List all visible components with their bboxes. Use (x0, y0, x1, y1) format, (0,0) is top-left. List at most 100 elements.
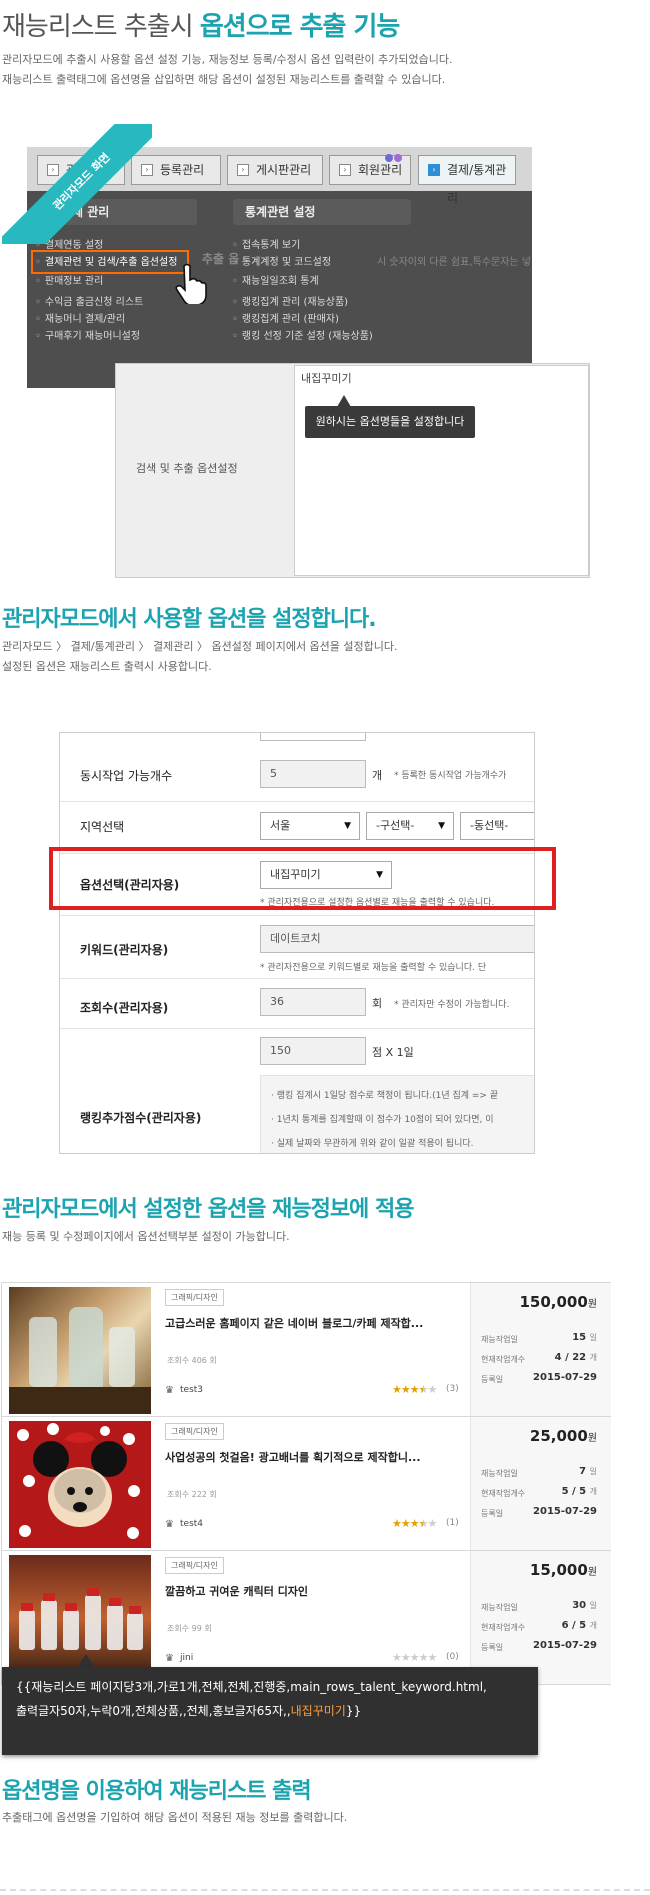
menu-item-rank-product[interactable]: 랭킹집계 관리 (재능상품) (232, 296, 348, 310)
option-setting-panel: 검색 및 추출 옵션설정 내집꾸미기 (115, 363, 590, 578)
tab-payment-stats[interactable]: › 결제/통계관리 (418, 155, 516, 205)
keyword-label: 키워드(관리자용) (80, 943, 169, 957)
code-line-2-suffix: }} (345, 1704, 362, 1718)
menu-item-review-money[interactable]: 구매후기 재능머니설정 (35, 330, 140, 344)
option-setting-label: 검색 및 추출 옵션설정 (136, 462, 238, 475)
region-select[interactable]: 서울 ▼ (260, 812, 360, 840)
menu-highlight-box (31, 250, 189, 274)
tab-label: 회원관리 (358, 163, 403, 177)
dong-select[interactable]: -동선택- (460, 812, 534, 840)
menu-item-money-manage[interactable]: 재능머니 결제/관리 (35, 313, 125, 327)
menu-item-withdraw-list[interactable]: 수익금 출금신청 리스트 (35, 296, 143, 310)
date-value: 2015-07-29 (533, 1506, 597, 1517)
menu-item-rank-criteria[interactable]: 랭킹 선정 기준 설정 (재능상품) (232, 330, 373, 344)
tooltip: 원하시는 옵션명들을 설정합니다 (305, 406, 475, 438)
district-select[interactable]: -구선택- ▼ (366, 812, 454, 840)
bottom-divider (0, 1889, 650, 1891)
dong-select-value: -동선택- (470, 819, 509, 832)
listing-title[interactable]: 사업성공의 첫걸음! 광고배너를 획기적으로 제작합니... (165, 1449, 421, 1465)
keyword-input[interactable]: 데이트코치 (260, 925, 534, 953)
concurrent-unit: 개 (372, 769, 383, 782)
view-count: 조회수 99 회 (167, 1624, 212, 1633)
seller-name[interactable]: jini (180, 1653, 193, 1663)
work-days-value: 7 일 (579, 1466, 597, 1477)
jobs-unit: 개 (589, 1353, 597, 1362)
section3-description: 재능 등록 및 수정페이지에서 옵션선택부분 설정이 가능합니다. (2, 1230, 290, 1243)
date-label: 등록일 (481, 1509, 504, 1518)
option-textarea-value: 내집꾸미기 (301, 372, 352, 385)
menu-item-daily-views[interactable]: 재능일일조회 통계 (232, 275, 319, 289)
rating-stars: ★★★★★ (392, 1651, 437, 1664)
rank-score-input[interactable]: 150 (260, 1037, 366, 1065)
jobs-number: 5 / 5 (561, 1486, 587, 1497)
tab-label: 결제/통계관리 (447, 163, 507, 205)
price-unit: 원 (587, 1567, 597, 1578)
arrow-icon: › (428, 164, 440, 176)
divider (60, 1028, 534, 1029)
header-desc-line1: 관리자모드에 추출시 사용할 옵션 설정 기능, 재능정보 등록/수정시 옵션 … (2, 53, 453, 66)
tab-board[interactable]: › 게시판관리 (227, 155, 323, 185)
category-badge: 그래픽/디자인 (165, 1557, 224, 1574)
header-description: 관리자모드에 추출시 사용할 옵션 설정 기능, 재능정보 등록/수정시 옵션 … (2, 50, 452, 90)
code-highlight: 내집꾸미기 (290, 1704, 346, 1718)
ribbon-band: 관리자모드 화면 (2, 124, 152, 244)
work-days-value: 15 일 (572, 1332, 597, 1343)
views-input[interactable]: 36 (260, 988, 366, 1016)
price: 25,000원 (530, 1427, 597, 1445)
list-item[interactable]: 그래픽/디자인 사업성공의 첫걸음! 광고배너를 획기적으로 제작합니... 조… (1, 1416, 611, 1551)
seller-name[interactable]: test3 (180, 1385, 203, 1395)
thumbnail-image[interactable] (9, 1421, 151, 1548)
price-value: 25,000 (529, 1427, 588, 1445)
menu-item-rank-seller[interactable]: 랭킹집계 관리 (판매자) (232, 313, 339, 327)
views-unit: 회 (372, 997, 383, 1010)
listing-title[interactable]: 고급스러운 홈페이지 같은 네이버 블로그/카페 제작합... (165, 1315, 423, 1331)
ribbon-label: 관리자모드 화면 (50, 150, 113, 213)
jobs-number: 6 / 5 (561, 1620, 587, 1631)
work-days-number: 7 (579, 1466, 587, 1477)
review-count: (1) (446, 1518, 459, 1528)
menu-item-stats-account[interactable]: 통계계정 및 코드설정 (232, 256, 331, 270)
tab-label: 게시판관리 (256, 163, 312, 177)
listing-info-box: 25,000원 재능작업일 7 일 현재작업개수 5 / 5 개 등록일 201… (470, 1417, 611, 1550)
tab-label: 등록관리 (160, 163, 205, 177)
menu-item-sales-info[interactable]: 판매정보 관리 (35, 275, 103, 289)
hand-cursor-icon (174, 262, 210, 306)
code-line-1: {{재능리스트 페이지당3개,가로1개,전체,전체,진행중,main_rows_… (16, 1680, 487, 1694)
category-badge: 그래픽/디자인 (165, 1423, 224, 1440)
section2-desc-line1: 관리자모드 〉 결제/통계관리 〉 결제관리 〉 옵션설정 페이지에서 옵션을 … (2, 640, 398, 653)
rank-note-1: · 랭킹 집계시 1일당 점수로 책정이 됩니다.(1년 집계 => 끝 (271, 1091, 499, 1101)
date-label: 등록일 (481, 1643, 504, 1652)
review-count: (3) (446, 1384, 459, 1394)
view-count: 조회수 406 회 (167, 1356, 217, 1365)
thumbnail-image[interactable] (9, 1287, 151, 1414)
listing-info-box: 15,000원 재능작업일 30 일 현재작업개수 6 / 5 개 등록일 20… (470, 1551, 611, 1684)
crown-icon: ♛ (165, 1519, 174, 1530)
talent-list: 그래픽/디자인 고급스러운 홈페이지 같은 네이버 블로그/카페 제작합... … (1, 1282, 613, 1685)
code-line-2: 출력글자50자,누락0개,전체상품,,전체,홍보글자65자,,내집꾸미기}} (16, 1699, 524, 1723)
price-value: 150,000 (519, 1293, 588, 1311)
rank-notes-box: · 랭킹 집계시 1일당 점수로 책정이 됩니다.(1년 집계 => 끝 · 1… (260, 1075, 534, 1153)
listing-title[interactable]: 깔끔하고 귀여운 캐릭터 디자인 (165, 1583, 308, 1599)
right-section-title: 통계관련 설정 (233, 199, 411, 225)
work-days-label: 재능작업일 (481, 1335, 518, 1344)
form-screenshot: 동시작업 가능개수 5 개 * 등록한 동시작업 가능개수가 지역선택 서울 ▼ … (59, 732, 535, 1154)
concurrent-input[interactable]: 5 (260, 760, 366, 788)
rank-note-2: · 1년치 통계를 집계할때 이 점수가 10점이 되어 있다면, 이 (271, 1115, 494, 1125)
code-line-2-prefix: 출력글자50자,누락0개,전체상품,,전체,홍보글자65자,, (16, 1704, 291, 1718)
seller-name[interactable]: test4 (180, 1519, 203, 1529)
region-select-value: 서울 (270, 819, 291, 832)
jobs-unit: 개 (589, 1621, 597, 1630)
work-days-unit: 일 (589, 1467, 597, 1476)
jobs-unit: 개 (589, 1487, 597, 1496)
keyword-note: * 관리자전용으로 키워드별로 재능을 출력할 수 있습니다. 단 (260, 963, 487, 973)
jobs-label: 현재작업개수 (481, 1489, 526, 1498)
views-label: 조회수(관리자용) (80, 1001, 169, 1015)
jobs-label: 현재작업개수 (481, 1623, 526, 1632)
jobs-number: 4 / 22 (554, 1352, 587, 1363)
menu-item-access-stats[interactable]: 접속통계 보기 (232, 239, 300, 253)
list-item[interactable]: 그래픽/디자인 고급스러운 홈페이지 같은 네이버 블로그/카페 제작합... … (1, 1282, 611, 1417)
review-count: (0) (446, 1652, 459, 1662)
concurrent-label: 동시작업 가능개수 (80, 769, 173, 783)
section4-title: 옵션명을 이용하여 재능리스트 출력 (2, 1779, 312, 1804)
concurrent-note: * 등록한 동시작업 가능개수가 (394, 771, 507, 781)
